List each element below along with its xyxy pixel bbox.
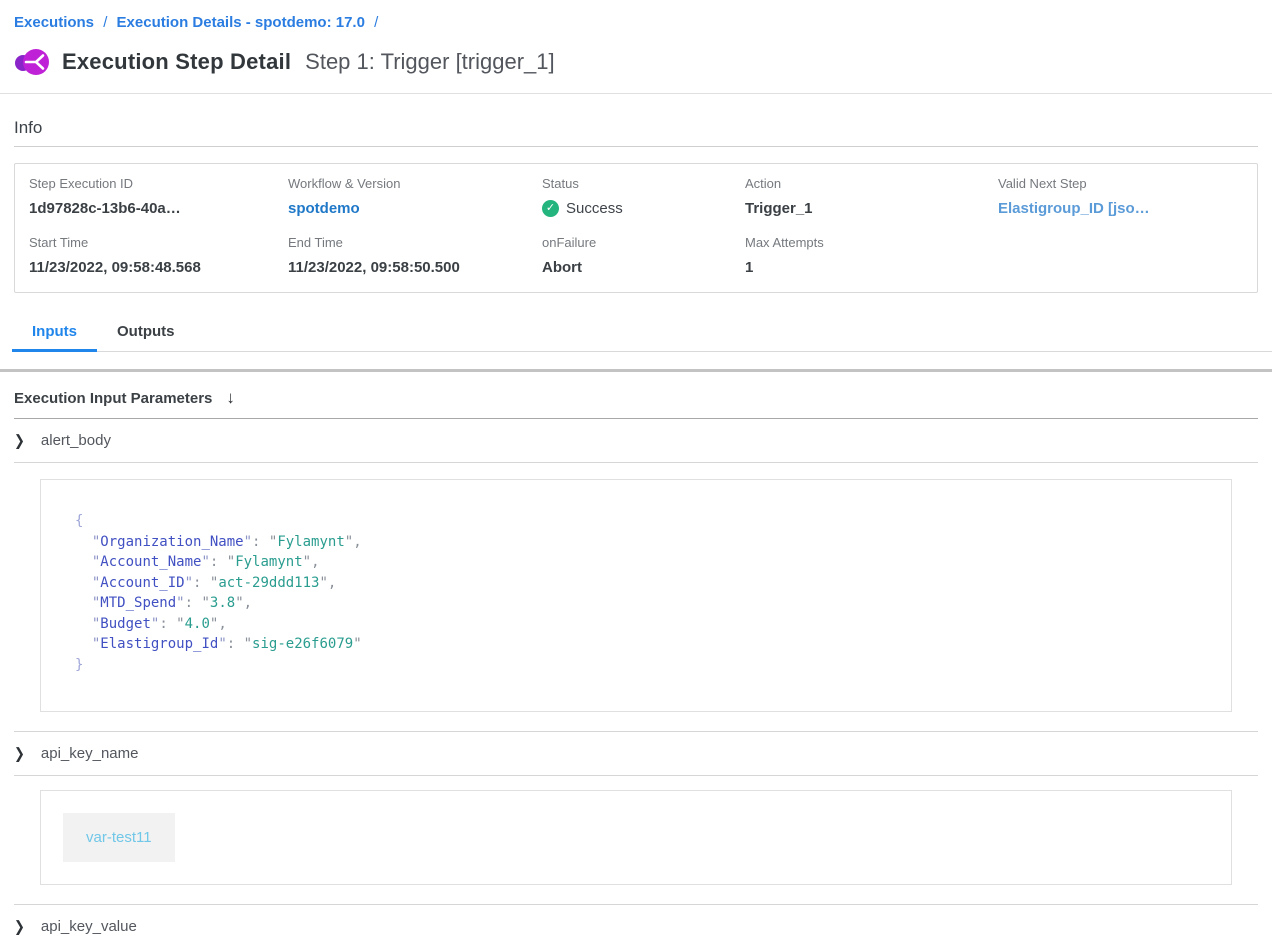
info-field-valid-next-step: Valid Next Step Elastigroup_ID [jso… bbox=[998, 176, 1243, 217]
info-field-max-attempts: Max Attempts 1 bbox=[745, 235, 998, 276]
execution-step-detail-page: Executions / Execution Details - spotdem… bbox=[0, 0, 1272, 948]
info-field-label: onFailure bbox=[542, 235, 745, 250]
param-name: api_key_name bbox=[41, 745, 139, 762]
tab-inputs[interactable]: Inputs bbox=[12, 315, 97, 352]
info-field-label: Status bbox=[542, 176, 745, 191]
info-field-value: 1d97828c-13b6-40a… bbox=[29, 200, 288, 217]
api-key-name-chip: var-test11 bbox=[63, 813, 175, 862]
success-check-icon: ✓ bbox=[542, 200, 559, 217]
download-arrow-icon[interactable]: ↓ bbox=[226, 388, 235, 408]
param-name: alert_body bbox=[41, 432, 111, 449]
info-field-label: Valid Next Step bbox=[998, 176, 1243, 191]
workflow-logo-icon bbox=[14, 45, 50, 79]
valid-next-step-link[interactable]: Elastigroup_ID [jso… bbox=[998, 200, 1243, 217]
status-badge: ✓ Success bbox=[542, 200, 745, 217]
breadcrumb-link-execution-details[interactable]: Execution Details - spotdemo: 17.0 bbox=[117, 14, 365, 31]
tab-bar: Inputs Outputs bbox=[12, 315, 1272, 352]
divider bbox=[14, 462, 1258, 463]
info-grid: Step Execution ID 1d97828c-13b6-40a… Wor… bbox=[29, 176, 1243, 276]
alert-body-json-card: { "Organization_Name": "Fylamynt", "Acco… bbox=[40, 479, 1232, 712]
param-row-api-key-value[interactable]: ❯ api_key_value bbox=[0, 905, 1272, 948]
divider bbox=[14, 775, 1258, 776]
info-field-value: Trigger_1 bbox=[745, 200, 998, 217]
param-row-alert-body[interactable]: ❯ alert_body bbox=[0, 419, 1272, 462]
breadcrumb-separator: / bbox=[374, 14, 378, 31]
title-row: Execution Step Detail Step 1: Trigger [t… bbox=[0, 31, 1272, 79]
info-field-label: Max Attempts bbox=[745, 235, 998, 250]
tab-outputs[interactable]: Outputs bbox=[97, 315, 195, 352]
info-field-label: Workflow & Version bbox=[288, 176, 542, 191]
breadcrumb: Executions / Execution Details - spotdem… bbox=[0, 0, 1272, 31]
info-field-value: 11/23/2022, 09:58:48.568 bbox=[29, 259, 288, 276]
info-field-value: 11/23/2022, 09:58:50.500 bbox=[288, 259, 542, 276]
info-field-empty bbox=[998, 235, 1243, 276]
info-field-label: Action bbox=[745, 176, 998, 191]
page-title: Execution Step Detail bbox=[62, 49, 291, 75]
info-field-start-time: Start Time 11/23/2022, 09:58:48.568 bbox=[29, 235, 288, 276]
chevron-right-icon: ❯ bbox=[14, 917, 25, 935]
info-field-label: Step Execution ID bbox=[29, 176, 288, 191]
info-field-value: 1 bbox=[745, 259, 998, 276]
execution-input-parameters-heading: Execution Input Parameters bbox=[14, 390, 212, 407]
info-card: Step Execution ID 1d97828c-13b6-40a… Wor… bbox=[14, 163, 1258, 293]
chevron-right-icon: ❯ bbox=[14, 431, 25, 449]
api-key-name-value-card: var-test11 bbox=[40, 790, 1232, 885]
workflow-link[interactable]: spotdemo bbox=[288, 200, 542, 217]
info-field-workflow-version: Workflow & Version spotdemo bbox=[288, 176, 542, 217]
param-name: api_key_value bbox=[41, 918, 137, 935]
breadcrumb-link-executions[interactable]: Executions bbox=[14, 14, 94, 31]
chevron-right-icon: ❯ bbox=[14, 744, 25, 762]
info-heading: Info bbox=[0, 94, 1272, 146]
info-field-onfailure: onFailure Abort bbox=[542, 235, 745, 276]
info-field-label: Start Time bbox=[29, 235, 288, 250]
alert-body-json-code: { "Organization_Name": "Fylamynt", "Acco… bbox=[41, 480, 1231, 711]
param-row-api-key-name[interactable]: ❯ api_key_name bbox=[0, 732, 1272, 775]
info-field-value: Abort bbox=[542, 259, 745, 276]
info-field-action: Action Trigger_1 bbox=[745, 176, 998, 217]
info-heading-divider bbox=[14, 146, 1258, 147]
info-field-step-execution-id: Step Execution ID 1d97828c-13b6-40a… bbox=[29, 176, 288, 217]
execution-input-parameters-header: Execution Input Parameters ↓ bbox=[0, 372, 1272, 418]
info-field-status: Status ✓ Success bbox=[542, 176, 745, 217]
info-field-end-time: End Time 11/23/2022, 09:58:50.500 bbox=[288, 235, 542, 276]
breadcrumb-separator: / bbox=[103, 14, 107, 31]
page-subtitle: Step 1: Trigger [trigger_1] bbox=[305, 49, 554, 75]
status-text: Success bbox=[566, 200, 623, 217]
info-field-label: End Time bbox=[288, 235, 542, 250]
